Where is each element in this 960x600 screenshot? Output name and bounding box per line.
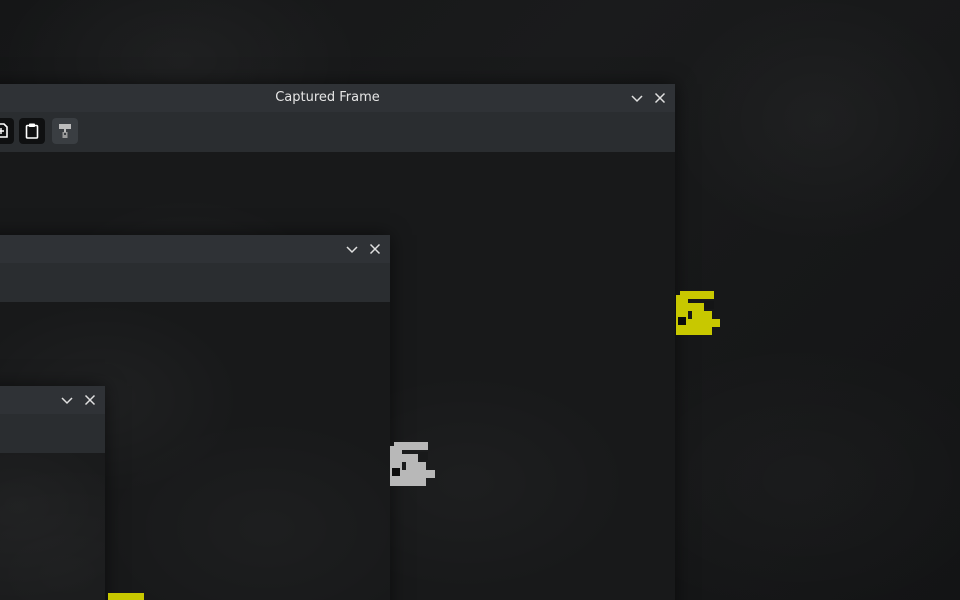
copy-to-clipboard-button[interactable]: [19, 118, 45, 144]
nested-frame-window-3[interactable]: [0, 386, 105, 600]
paint-tool-button[interactable]: [52, 118, 78, 144]
close-icon: [369, 243, 381, 255]
clipboard-icon: [25, 123, 39, 139]
window-toolbar: [0, 263, 390, 302]
close-button[interactable]: [652, 90, 668, 106]
small-yellow-pixel-sprite: [108, 593, 144, 600]
chevron-down-icon: [631, 95, 643, 103]
paint-brush-icon: [59, 124, 71, 138]
close-icon: [654, 92, 666, 104]
gray-pixel-sprite: [390, 442, 435, 486]
close-button[interactable]: [82, 392, 98, 408]
desktop-background: Captured Frame: [0, 0, 960, 600]
chevron-down-icon: [346, 246, 358, 254]
minimize-button[interactable]: [59, 392, 75, 408]
minimize-button[interactable]: [344, 241, 360, 257]
window-titlebar[interactable]: [0, 235, 390, 263]
window-toolbar: [0, 112, 675, 152]
window-title: Captured Frame: [275, 90, 380, 105]
window-titlebar[interactable]: Captured Frame: [0, 84, 675, 112]
window-titlebar[interactable]: [0, 386, 105, 414]
chevron-down-icon: [61, 397, 73, 405]
nested-frame-canvas[interactable]: [0, 453, 105, 600]
save-icon: [0, 123, 8, 138]
save-button[interactable]: [0, 118, 14, 144]
minimize-button[interactable]: [629, 90, 645, 106]
close-button[interactable]: [367, 241, 383, 257]
yellow-pixel-sprite: [676, 291, 720, 335]
close-icon: [84, 394, 96, 406]
window-toolbar: [0, 414, 105, 453]
